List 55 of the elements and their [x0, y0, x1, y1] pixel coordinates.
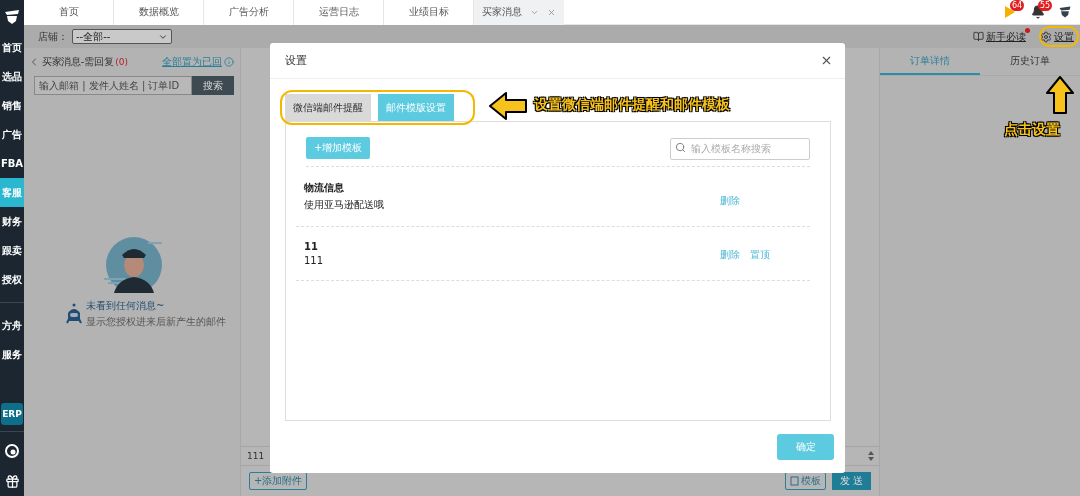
- count-badge: 55: [1038, 0, 1053, 11]
- search-button[interactable]: 搜索: [192, 76, 234, 95]
- sidebar-item[interactable]: 销售: [0, 91, 24, 120]
- sidebar-item[interactable]: 服务: [0, 340, 24, 369]
- sidebar-item[interactable]: 广告: [0, 120, 24, 149]
- unread-count: (0): [115, 57, 128, 67]
- guide-link[interactable]: 新手必读: [986, 29, 1026, 44]
- count-badge: 64: [1010, 0, 1025, 11]
- spinner-icon[interactable]: [867, 450, 875, 462]
- send-button[interactable]: 发 送: [831, 472, 871, 490]
- search-field[interactable]: 输入邮箱 | 发件人姓名 | 订单ID: [34, 76, 192, 95]
- sidebar-item[interactable]: 财务: [0, 207, 24, 236]
- dialog-title: 设置: [285, 53, 307, 68]
- detail-tab[interactable]: 历史订单: [980, 48, 1080, 75]
- page-tab[interactable]: 数据概览: [114, 0, 204, 25]
- sidebar-item[interactable]: FBA: [0, 149, 24, 178]
- sidebar-item[interactable]: 授权: [0, 265, 24, 294]
- template-body: 111: [304, 255, 325, 266]
- robot-icon: [66, 303, 82, 325]
- page-tab[interactable]: 运营日志: [294, 0, 384, 25]
- empty-title: 未看到任何消息~: [86, 299, 166, 313]
- annotation-text: 点击设置: [1004, 121, 1060, 139]
- sidebar-item[interactable]: 选品: [0, 62, 24, 91]
- page-tab[interactable]: 广告分析: [204, 0, 294, 25]
- sidebar-item[interactable]: 跟卖: [0, 236, 24, 265]
- template-body: 使用亚马逊配送哦: [304, 198, 385, 212]
- page-tab[interactable]: 业绩目标: [384, 0, 474, 25]
- gift-icon[interactable]: [4, 473, 20, 489]
- erp-button[interactable]: ERP: [1, 403, 23, 425]
- highlight-ring: [1039, 26, 1079, 47]
- info-icon: [224, 57, 234, 67]
- sidebar-item[interactable]: 首页: [0, 33, 24, 62]
- store-select[interactable]: --全部--: [72, 29, 172, 44]
- close-icon[interactable]: [820, 54, 833, 67]
- panel-title: 买家消息-需回复: [42, 55, 114, 69]
- arrow-icon: [488, 91, 528, 121]
- template-search-field[interactable]: 输入模板名称搜索: [670, 137, 810, 160]
- annotation-text: 设置微信端邮件提醒和邮件模板: [534, 96, 730, 114]
- settings-icon[interactable]: [1040, 30, 1052, 43]
- template-name: 11: [304, 241, 319, 252]
- template-name: 物流信息: [304, 181, 345, 195]
- template-icon: [789, 476, 799, 486]
- sidebar-item[interactable]: 方舟: [0, 311, 24, 340]
- empty-hint: 显示您授权进来后新产生的邮件: [86, 315, 226, 329]
- store-label: 店铺：: [38, 29, 68, 44]
- settings-link[interactable]: 设置: [1054, 29, 1074, 44]
- search-icon: [675, 142, 686, 153]
- logo-icon[interactable]: [1058, 5, 1072, 19]
- dialog-tab[interactable]: 微信端邮件提醒: [285, 94, 371, 121]
- arrow-icon: [1045, 75, 1075, 115]
- page-tab[interactable]: 首页: [24, 0, 114, 25]
- support-icon[interactable]: [5, 444, 19, 458]
- book-icon: [973, 31, 984, 42]
- logo-icon: [3, 8, 21, 25]
- notification-dot: [1025, 27, 1030, 33]
